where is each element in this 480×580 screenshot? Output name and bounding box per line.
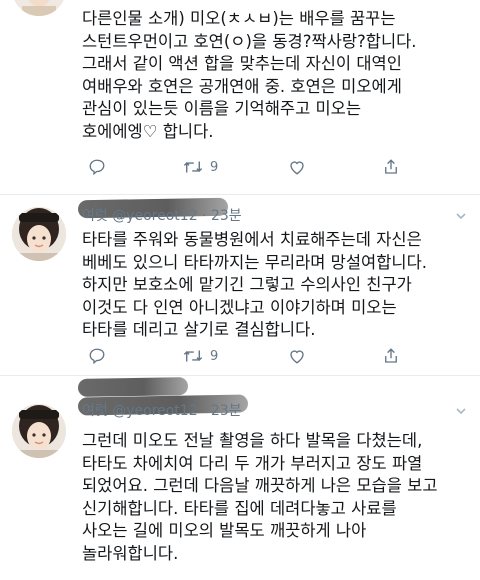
tweet[interactable]: 다른인물 소개) 미오(ㅊㅅㅂ)는 배우를 꿈꾸는 스턴트우먼이고 호연(ㅇ)을… [0, 0, 480, 194]
tweet-text: 다른인물 소개) 미오(ㅊㅅㅂ)는 배우를 꿈꾸는 스턴트우먼이고 호연(ㅇ)을… [82, 8, 470, 143]
share-icon [385, 348, 397, 363]
chevron-down-icon[interactable] [456, 406, 466, 416]
tweet-line: 베베도 있으니 타타까지는 무리라며 망설여합니다. [82, 252, 428, 272]
tweet-text: 그런데 미오도 전날 촬영을 하다 발목을 다쳤는데, 타타도 차에치여 다리 … [82, 430, 470, 565]
tweet-actions: 9 [82, 345, 442, 367]
tweet-line: 이것도 다 인연 아니겠냐고 이야기하며 미오는 [82, 297, 397, 317]
retweet-button[interactable]: 9 [182, 156, 218, 178]
tweet[interactable]: 여럿 @yeoreot12 · 23분 타타를 주워와 동물병원에서 치료해주는… [0, 195, 480, 375]
chevron-down-icon[interactable] [456, 211, 466, 221]
tweet-line: 놀라워합니다. [82, 543, 179, 563]
tweet-line: 사오는 길에 미오의 발목도 깨끗하게 나아 [82, 521, 367, 540]
heart-icon [290, 350, 304, 364]
avatar[interactable] [12, 0, 66, 16]
share-button[interactable] [382, 345, 400, 367]
tweet-line: 타타도 차에치여 다리 두 개가 부러지고 장도 파열 [82, 453, 423, 473]
retweet-button[interactable]: 9 [182, 345, 218, 367]
reply-button[interactable] [88, 345, 112, 367]
like-button[interactable] [288, 345, 312, 367]
retweet-count: 9 [210, 348, 219, 364]
tweet-line: 다른인물 소개) 미오(ㅊㅅㅂ)는 배우를 꿈꾸는 [82, 9, 396, 28]
heart-icon [290, 161, 304, 175]
tweet-line: 신기해합니다. 타타를 집에 데려다놓고 사료를 [82, 498, 397, 518]
reply-button[interactable] [88, 156, 112, 178]
retweet-icon [183, 161, 203, 173]
share-button[interactable] [382, 156, 400, 178]
tweet-line: 타타를 주워와 동물병원에서 치료해주는데 자신은 [82, 230, 422, 249]
tweet-line: 하지만 보호소에 맡기긴 그렇고 수의사인 친구가 [82, 275, 412, 294]
tweet-header[interactable]: 여럿 @yeoreot12 · 23분 [82, 205, 242, 227]
tweet-text: 타타를 주워와 동물병원에서 치료해주는데 자신은 베베도 있으니 타타까지는 … [82, 229, 470, 342]
retweet-count: 9 [210, 159, 219, 175]
tweet-line: 그래서 같이 액션 합을 맞추는데 자신이 대역인 [82, 54, 402, 73]
like-button[interactable] [288, 156, 312, 178]
share-icon [385, 159, 397, 174]
redaction-scribble [77, 377, 189, 397]
tweet[interactable]: 여럿 @yeoreot12 · 23분 그런데 미오도 전날 촬영을 하다 발목… [0, 376, 480, 580]
avatar[interactable] [12, 404, 66, 458]
tweet-line: 호에에엥♡ 합니다. [82, 121, 214, 141]
tweet-line: 그런데 미오도 전날 촬영을 하다 발목을 다쳤는데, [82, 431, 423, 450]
tweet-actions: 9 [82, 156, 442, 178]
retweet-icon [183, 350, 203, 362]
reply-icon [89, 159, 105, 176]
tweet-line: 되었어요. 그런데 다음날 깨끗하게 나은 모습을 보고 [82, 476, 438, 495]
reply-icon [89, 348, 105, 365]
tweet-header[interactable]: 여럿 @yeoreot12 · 23분 [82, 400, 242, 422]
avatar[interactable] [12, 207, 66, 261]
tweet-line: 관심이 있는듯 이름을 기억해주고 미오는 [82, 99, 362, 118]
tweet-line: 여배우와 호연은 공개연애 중. 호연은 미오에게 [82, 76, 402, 96]
tweet-line: 타타를 데리고 살기로 결심합니다. [82, 320, 316, 339]
tweet-line: 스턴트우먼이고 호연(ㅇ)을 동경?짝사랑?합니다. [82, 31, 417, 51]
